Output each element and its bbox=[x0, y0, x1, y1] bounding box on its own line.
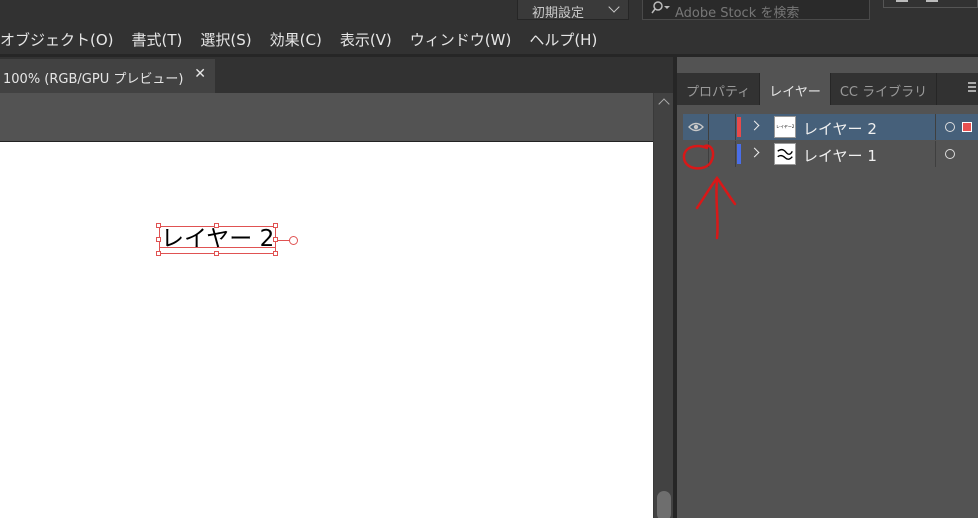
handle-middle-left[interactable] bbox=[156, 237, 161, 242]
stock-search-field[interactable]: Adobe Stock を検索 bbox=[642, 0, 870, 21]
panel-tabs: プロパティ レイヤー CC ライブラリ bbox=[677, 73, 978, 105]
chevron-down-icon bbox=[608, 1, 620, 13]
workspace-switcher[interactable]: 初期設定 bbox=[517, 0, 629, 21]
handle-bottom-center[interactable] bbox=[214, 251, 219, 256]
selected-text-object[interactable]: レイヤー 2 bbox=[161, 225, 274, 253]
artboard[interactable] bbox=[0, 141, 653, 518]
text-out-port[interactable] bbox=[289, 236, 298, 245]
target-circle-icon[interactable] bbox=[945, 149, 955, 159]
chevron-right-icon[interactable] bbox=[749, 120, 760, 131]
tab-properties[interactable]: プロパティ bbox=[677, 73, 761, 105]
window-controls bbox=[883, 0, 978, 8]
document-tab[interactable]: 100% (RGB/GPU プレビュー) ✕ bbox=[0, 59, 215, 93]
stock-search-placeholder: Adobe Stock を検索 bbox=[675, 6, 800, 21]
thumbnail-art-icon bbox=[777, 149, 793, 160]
chevron-right-icon[interactable] bbox=[749, 147, 760, 158]
close-icon[interactable]: ✕ bbox=[194, 66, 206, 82]
vertical-scrollbar[interactable] bbox=[653, 93, 673, 518]
layers-panel: プロパティ レイヤー CC ライブラリ レイヤー2 レイヤー 2 レイヤー 1 bbox=[677, 57, 978, 518]
document-tab-bar: 100% (RGB/GPU プレビュー) ✕ bbox=[0, 57, 670, 93]
menu-effect[interactable]: 効果(C) bbox=[261, 29, 331, 50]
layer-row-1[interactable]: レイヤー 1 bbox=[683, 141, 978, 167]
menu-help[interactable]: ヘルプ(H) bbox=[520, 29, 606, 50]
menu-object[interactable]: オブジェクト(O) bbox=[0, 29, 123, 50]
scroll-up-icon[interactable] bbox=[658, 98, 670, 110]
lock-toggle[interactable] bbox=[710, 114, 736, 140]
document-tab-label: 100% (RGB/GPU プレビュー) bbox=[3, 72, 184, 87]
menu-select[interactable]: 選択(S) bbox=[191, 29, 260, 50]
menu-view[interactable]: 表示(V) bbox=[331, 29, 401, 50]
tab-cc-libraries[interactable]: CC ライブラリ bbox=[831, 73, 938, 105]
layer-color-bar bbox=[737, 144, 741, 164]
top-bar: 初期設定 Adobe Stock を検索 bbox=[0, 0, 978, 25]
panel-menu-icon[interactable] bbox=[968, 82, 976, 92]
layer-row-2[interactable]: レイヤー2 レイヤー 2 bbox=[683, 114, 978, 140]
layer-name[interactable]: レイヤー 2 bbox=[803, 118, 877, 139]
workspace-label: 初期設定 bbox=[532, 6, 585, 21]
menu-window[interactable]: ウィンドウ(W) bbox=[401, 29, 521, 50]
canvas-area[interactable] bbox=[0, 93, 653, 518]
scrollbar-thumb[interactable] bbox=[657, 491, 671, 518]
minimize-icon[interactable] bbox=[896, 0, 908, 2]
selection-indicator-icon[interactable] bbox=[962, 122, 972, 132]
handle-top-center[interactable] bbox=[214, 223, 219, 228]
search-icon bbox=[651, 1, 670, 14]
handle-top-left[interactable] bbox=[156, 223, 161, 228]
tab-layers[interactable]: レイヤー bbox=[760, 73, 831, 105]
visibility-toggle[interactable] bbox=[683, 114, 709, 140]
handle-bottom-right[interactable] bbox=[273, 251, 278, 256]
maximize-icon[interactable] bbox=[926, 0, 938, 2]
layer-thumbnail: レイヤー2 bbox=[774, 116, 796, 138]
menu-type[interactable]: 書式(T) bbox=[123, 29, 192, 50]
target-circle-icon[interactable] bbox=[945, 122, 955, 132]
layer-color-bar bbox=[737, 117, 741, 137]
menu-bar: オブジェクト(O) 書式(T) 選択(S) 効果(C) 表示(V) ウィンドウ(… bbox=[0, 25, 978, 54]
lock-toggle[interactable] bbox=[710, 141, 736, 167]
handle-bottom-left[interactable] bbox=[156, 251, 161, 256]
layer-name[interactable]: レイヤー 1 bbox=[803, 145, 877, 166]
layer-divider bbox=[935, 141, 936, 167]
visibility-toggle[interactable] bbox=[683, 141, 709, 167]
handle-top-right[interactable] bbox=[273, 223, 278, 228]
eye-icon bbox=[688, 122, 704, 132]
layer-divider bbox=[935, 114, 936, 140]
layer-thumbnail bbox=[774, 143, 796, 165]
